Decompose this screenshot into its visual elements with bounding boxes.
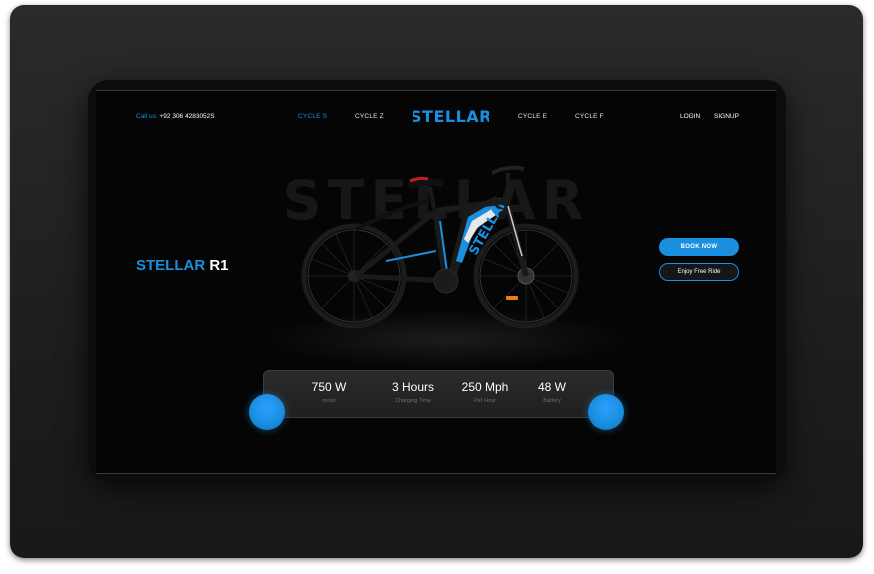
- stellar-logo[interactable]: STELLAR: [413, 105, 489, 127]
- phone-number[interactable]: +92 306 4283052S: [160, 113, 215, 120]
- book-now-button[interactable]: BOOK NOW: [659, 238, 739, 256]
- slider-prev-dot[interactable]: [249, 394, 285, 430]
- spec-value: 48 W: [537, 380, 566, 394]
- spec-label: motor: [321, 398, 337, 404]
- nav-cycle-f[interactable]: CYCLE F: [575, 113, 604, 120]
- spec-label: Charging Time: [395, 398, 431, 404]
- product-brand: STELLAR: [136, 257, 206, 274]
- spec-charging-time: 3 Hours Charging Time: [373, 380, 453, 404]
- nav-cycle-e[interactable]: CYCLE E: [518, 113, 547, 120]
- login-link[interactable]: LOGIN: [680, 113, 700, 120]
- website-screen: Call us: +92 306 4283052S CYCLE S CYCLE …: [96, 90, 776, 474]
- product-model: R1: [209, 257, 229, 274]
- spec-label: Battery: [543, 398, 561, 404]
- logo-text: STELLAR: [413, 107, 489, 126]
- top-navigation: Call us: +92 306 4283052S CYCLE S CYCLE …: [96, 91, 776, 143]
- product-title: STELLAR R1: [136, 257, 229, 274]
- spec-motor: 750 W motor: [289, 380, 369, 404]
- nav-cycle-s[interactable]: CYCLE S: [298, 113, 327, 120]
- call-us: Call us: +92 306 4283052S: [136, 113, 215, 120]
- free-ride-button[interactable]: Enjoy Free Ride: [659, 263, 739, 281]
- specs-panel: 750 W motor 3 Hours Charging Time 250 Mp…: [263, 370, 614, 418]
- spec-battery: 48 W Battery: [512, 380, 592, 404]
- call-us-label: Call us:: [136, 113, 158, 120]
- spec-value: 3 Hours: [391, 380, 435, 394]
- signup-link[interactable]: SIGNUP: [714, 113, 739, 120]
- nav-cycle-z[interactable]: CYCLE Z: [355, 113, 384, 120]
- slider-next-dot[interactable]: [588, 394, 624, 430]
- bicycle-image: STELLAR: [301, 165, 579, 329]
- spec-value: 750 W: [311, 380, 347, 394]
